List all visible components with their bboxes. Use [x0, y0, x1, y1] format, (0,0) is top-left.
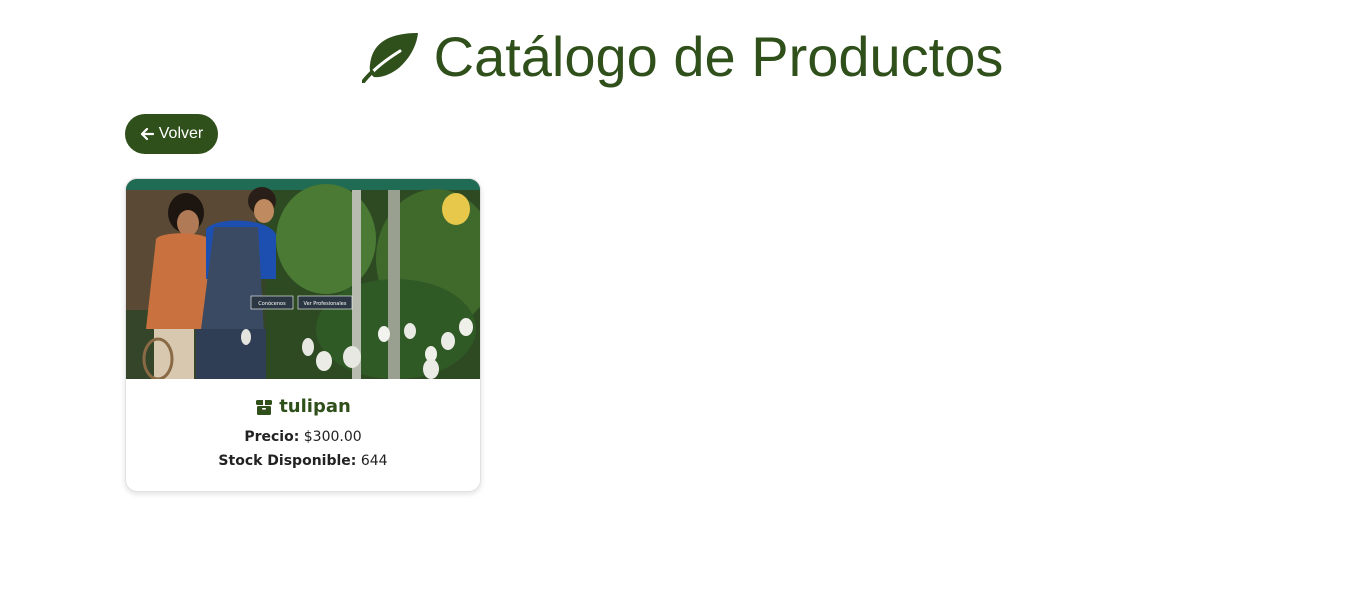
stock-label: Stock Disponible:: [218, 453, 357, 469]
product-price: Precio: $300.00: [126, 425, 480, 449]
catalog-page: Catálogo de Productos Volver Conócenos V…: [0, 0, 1365, 605]
price-value: $300.00: [303, 429, 362, 445]
product-card[interactable]: Conócenos Ver Profesionales tulipan Prec…: [125, 178, 481, 492]
product-name: tulipan: [126, 396, 480, 417]
arrow-left-icon: [140, 127, 154, 141]
product-image: Conócenos Ver Profesionales: [126, 179, 480, 379]
page-title: Catálogo de Productos: [433, 25, 1004, 88]
leaf-icon: [361, 33, 418, 83]
page-header: Catálogo de Productos: [0, 22, 1365, 92]
product-photo: Conócenos Ver Profesionales: [126, 179, 480, 379]
box-icon: [256, 399, 273, 415]
back-button-label: Volver: [158, 125, 204, 142]
image-button-2-label: Ver Profesionales: [304, 301, 347, 307]
image-button-1-label: Conócenos: [258, 300, 286, 307]
price-label: Precio:: [244, 429, 300, 445]
stock-value: 644: [360, 453, 388, 469]
card-body: tulipan Precio: $300.00 Stock Disponible…: [126, 379, 480, 473]
product-name-text: tulipan: [279, 396, 351, 417]
product-stock: Stock Disponible: 644: [126, 449, 480, 473]
back-button[interactable]: Volver: [125, 114, 218, 154]
